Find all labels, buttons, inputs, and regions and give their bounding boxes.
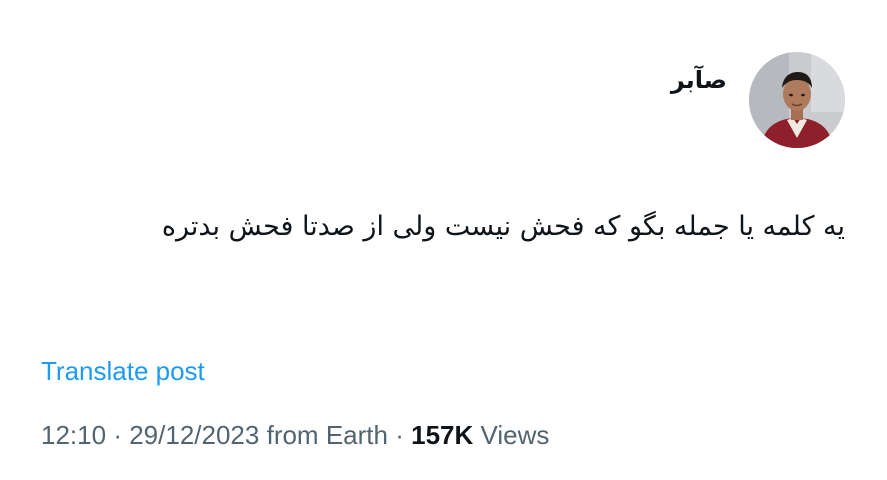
post-time[interactable]: 12:10 [41, 420, 106, 450]
translate-post-link[interactable]: Translate post [41, 356, 205, 387]
post-text: یه کلمه یا جمله بگو که فحش نیست ولی از ص… [161, 211, 845, 242]
views-label: Views [480, 420, 550, 450]
author-display-name[interactable]: صآبر [671, 66, 727, 94]
user-avatar-photo [749, 52, 845, 148]
post-date[interactable]: 29/12/2023 [129, 420, 259, 450]
views-count[interactable]: 157K [411, 420, 473, 450]
author-avatar[interactable] [749, 52, 845, 148]
post-source: from Earth [266, 420, 388, 450]
post-metadata: 12:10 · 29/12/2023 from Earth · 157K Vie… [41, 420, 549, 451]
meta-separator: · [113, 420, 122, 450]
meta-separator: · [395, 420, 404, 450]
post-author: صآبر [671, 50, 845, 150]
